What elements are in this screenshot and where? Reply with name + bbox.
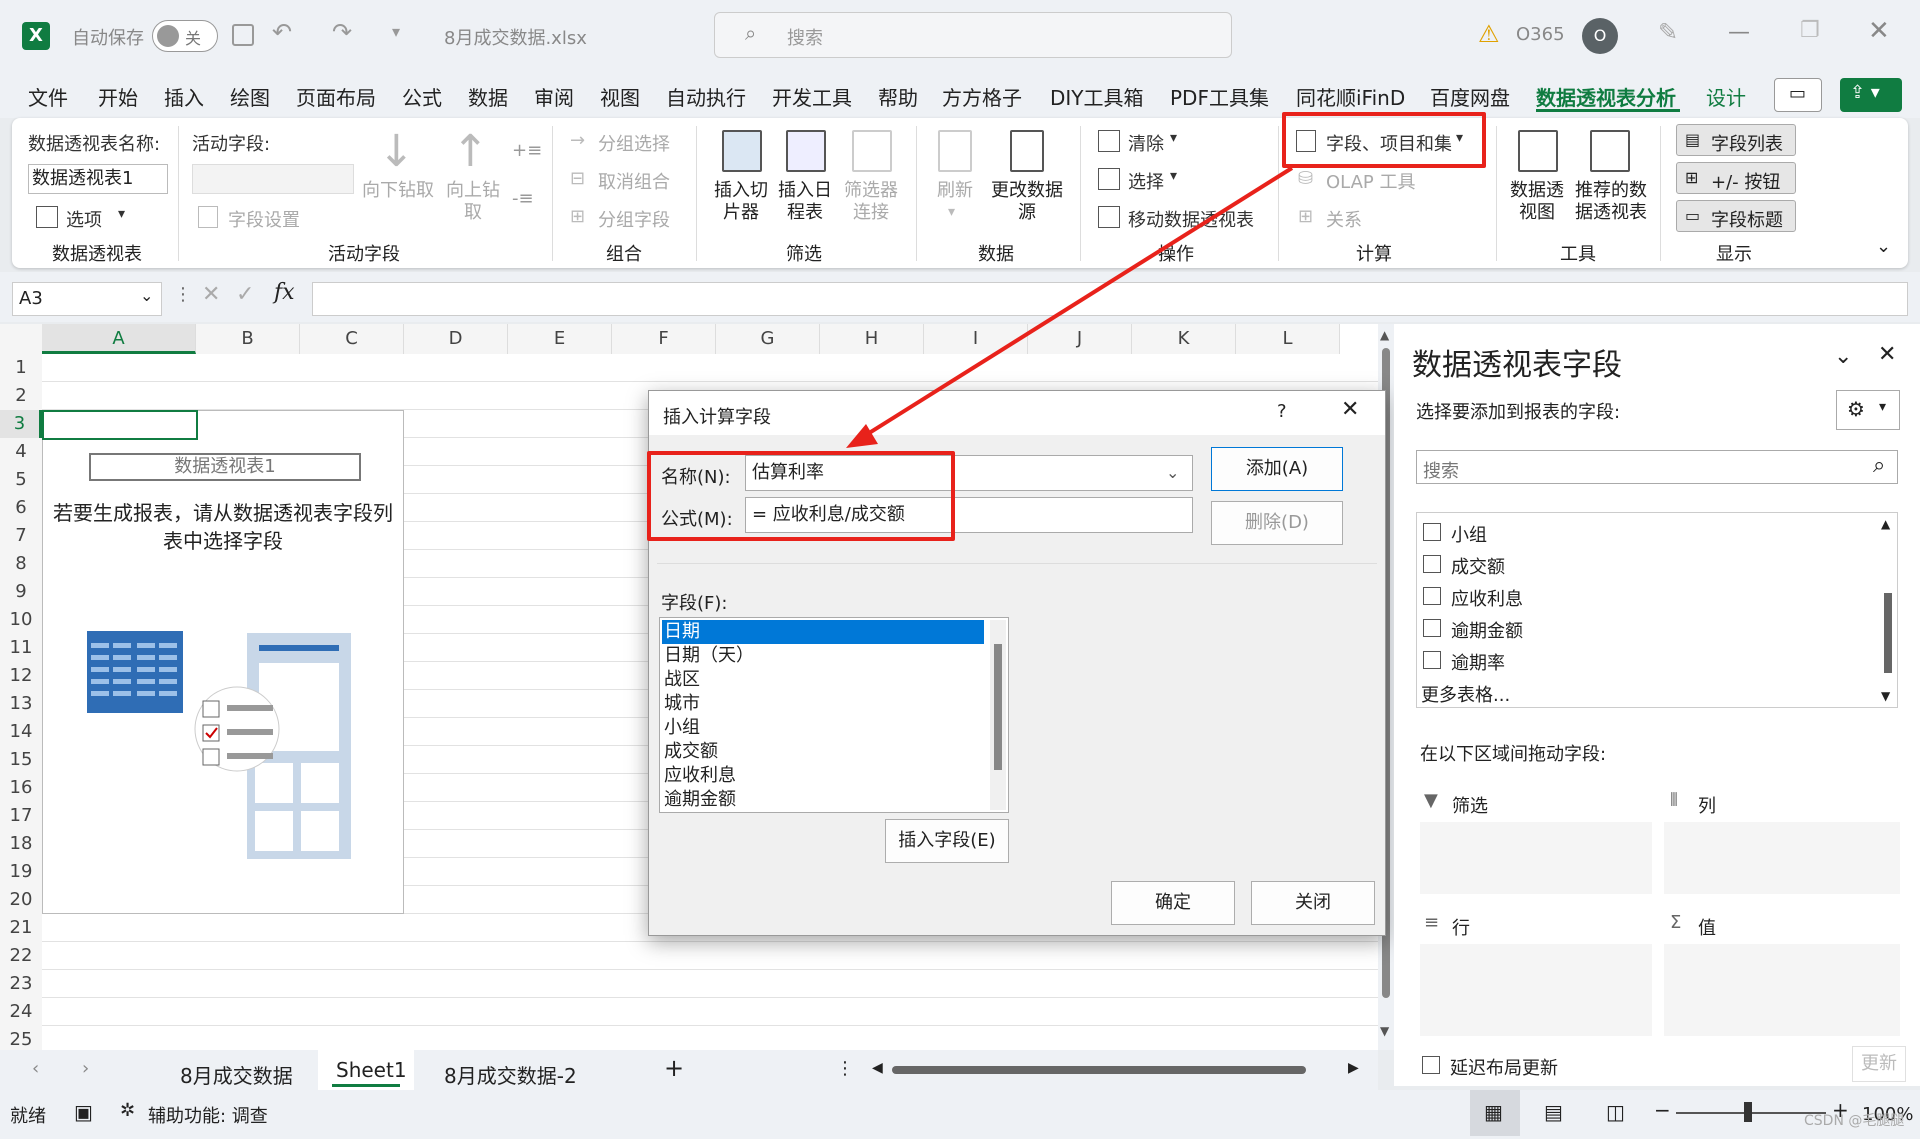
next-sheet-icon[interactable]: › — [82, 1058, 89, 1079]
accessibility-icon[interactable]: ✲ — [120, 1100, 135, 1121]
macro-record-icon[interactable]: ▣ — [74, 1100, 93, 1124]
columns-icon: ⦀ — [1670, 790, 1678, 811]
zoom-out-icon[interactable]: − — [1654, 1098, 1671, 1122]
columns-area-label: 列 — [1698, 796, 1716, 817]
field-label: 逾期金额 — [1451, 621, 1523, 642]
sheet-tab-active[interactable]: Sheet1 — [318, 1050, 414, 1090]
sheet-tab[interactable]: 8月成交数据 — [180, 1060, 293, 1089]
filter-area-label: 筛选 — [1452, 796, 1488, 817]
accessibility-status[interactable]: 辅助功能: 调查 — [148, 1102, 268, 1128]
rows-drop-area[interactable] — [1420, 944, 1652, 1036]
pane-field-item[interactable]: 应收利息 — [1421, 583, 1861, 611]
values-drop-area[interactable] — [1664, 944, 1900, 1036]
field-checkbox[interactable] — [1423, 523, 1441, 541]
pane-close-icon[interactable]: ✕ — [1878, 342, 1896, 367]
pane-scroll-up-icon[interactable]: ▲ — [1881, 517, 1890, 531]
field-label: 成交额 — [1451, 557, 1505, 578]
page-layout-view-icon[interactable]: ▤ — [1544, 1100, 1563, 1124]
field-checkbox[interactable] — [1423, 587, 1441, 605]
filter-drop-area[interactable] — [1420, 822, 1652, 894]
sheet-tab[interactable]: 8月成交数据-2 — [444, 1060, 577, 1089]
field-label: 应收利息 — [1451, 589, 1523, 610]
pane-field-item[interactable]: 逾期金额 — [1421, 615, 1861, 643]
columns-drop-area[interactable] — [1664, 822, 1900, 894]
field-checkbox[interactable] — [1423, 619, 1441, 637]
tabs-more-icon[interactable]: ⋮ — [836, 1058, 854, 1079]
update-button[interactable]: 更新 — [1852, 1046, 1906, 1082]
pane-field-item[interactable]: 逾期率 — [1421, 647, 1861, 675]
gear-icon: ⚙ — [1847, 397, 1865, 421]
rows-area-label: 行 — [1452, 918, 1470, 939]
watermark: CSDN @毛腿腿 — [1804, 1113, 1905, 1129]
normal-view-button[interactable]: ▦ — [1470, 1090, 1520, 1136]
defer-update-label: 延迟布局更新 — [1450, 1058, 1558, 1079]
settings-dropdown-icon: ▾ — [1879, 399, 1887, 415]
pane-scroll-down-icon[interactable]: ▼ — [1881, 689, 1890, 703]
field-label: 小组 — [1451, 525, 1487, 546]
grid-view-icon: ▦ — [1484, 1100, 1503, 1124]
pivot-field-pane: 数据透视表字段 ⌄ ✕ 选择要添加到报表的字段: ⚙ ▾ 搜索 ⌕ 小组成交额应… — [1394, 324, 1920, 1086]
pane-search-input[interactable]: 搜索 ⌕ — [1416, 450, 1898, 484]
sheet-tab-active-label: Sheet1 — [336, 1058, 407, 1082]
horizontal-scroll-thumb[interactable] — [892, 1066, 1306, 1074]
pane-field-item[interactable]: 成交额 — [1421, 551, 1861, 579]
zoom-slider-thumb[interactable] — [1744, 1102, 1752, 1122]
more-tables-link[interactable]: 更多表格... — [1421, 681, 1510, 707]
status-ready: 就绪 — [10, 1106, 46, 1127]
filter-icon: ▼ — [1424, 790, 1438, 811]
defer-update-checkbox[interactable] — [1422, 1056, 1440, 1074]
active-sheet-underline — [332, 1084, 400, 1087]
sheet-tabs-bar: ‹ › 8月成交数据 Sheet1 8月成交数据-2 + ⋮ ◀ ▶ — [0, 1050, 1378, 1090]
pane-scroll-thumb[interactable] — [1884, 593, 1892, 673]
pane-field-list: 小组成交额应收利息逾期金额逾期率 更多表格... ▲ ▼ — [1416, 512, 1898, 708]
hscroll-right-icon[interactable]: ▶ — [1348, 1060, 1359, 1076]
status-bar: 就绪 ▣ ✲ 辅助功能: 调查 ▦ ▤ ◫ − + 100% CSDN @毛腿腿 — [0, 1090, 1920, 1139]
field-checkbox[interactable] — [1423, 555, 1441, 573]
pane-search-icon: ⌕ — [1873, 453, 1886, 478]
field-label: 逾期率 — [1451, 653, 1505, 674]
sigma-icon: Σ — [1670, 912, 1682, 933]
pane-title: 数据透视表字段 — [1412, 348, 1622, 383]
pane-subtitle: 选择要添加到报表的字段: — [1416, 402, 1621, 423]
drag-areas-label: 在以下区域间拖动字段: — [1420, 744, 1607, 765]
rows-icon: ≡ — [1424, 912, 1440, 933]
pane-list-scrollbar[interactable]: ▲ ▼ — [1879, 513, 1897, 707]
values-area-label: 值 — [1698, 918, 1716, 939]
pane-options-icon[interactable]: ⌄ — [1834, 344, 1852, 369]
page-break-view-icon[interactable]: ◫ — [1606, 1100, 1625, 1124]
hscroll-left-icon[interactable]: ◀ — [872, 1060, 883, 1076]
pane-search-placeholder: 搜索 — [1423, 461, 1459, 482]
pane-field-item[interactable]: 小组 — [1421, 519, 1861, 547]
add-sheet-icon[interactable]: + — [664, 1054, 684, 1082]
pane-settings-button[interactable]: ⚙ ▾ — [1836, 390, 1900, 430]
field-checkbox[interactable] — [1423, 651, 1441, 669]
prev-sheet-icon[interactable]: ‹ — [32, 1058, 39, 1079]
